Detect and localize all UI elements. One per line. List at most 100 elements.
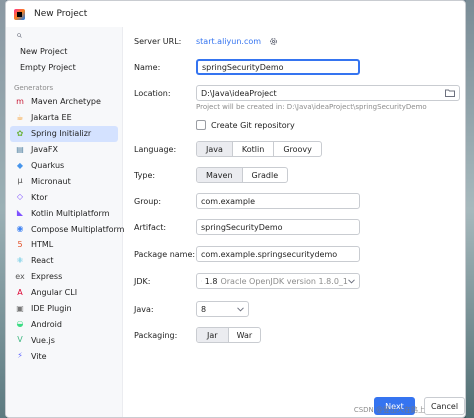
- gear-icon[interactable]: [269, 37, 278, 46]
- artifact-row: Artifact: springSecurityDemo: [134, 219, 360, 235]
- sidebar-item-jakarta[interactable]: ☕ Jakarta EE: [6, 110, 122, 126]
- artifact-field[interactable]: springSecurityDemo: [196, 219, 360, 235]
- type-row: Type: Maven Gradle: [134, 167, 289, 183]
- sidebar-item-label: Quarkus: [31, 161, 65, 170]
- search-input[interactable]: [26, 30, 116, 40]
- jdk-folder-icon: [201, 280, 202, 282]
- language-option-java[interactable]: Java: [197, 142, 233, 156]
- git-checkbox[interactable]: [196, 120, 206, 130]
- sidebar-item-javafx[interactable]: ▤ JavaFX: [6, 142, 122, 158]
- cancel-button[interactable]: Cancel: [424, 397, 465, 415]
- packaging-option-jar[interactable]: Jar: [197, 328, 229, 342]
- project-form: Server URL: start.aliyun.com Name: sprin…: [124, 27, 465, 417]
- sidebar-item-maven[interactable]: m Maven Archetype: [6, 94, 122, 110]
- java-version-dropdown[interactable]: 8: [196, 301, 249, 317]
- vite-icon: ⚡: [17, 351, 23, 361]
- compose-icon: ◉: [16, 224, 24, 234]
- sidebar-search[interactable]: [12, 27, 116, 43]
- sidebar-item-label: Jakarta EE: [31, 113, 72, 123]
- sidebar-item-compose[interactable]: ◉ Compose Multiplatform: [6, 221, 125, 237]
- chevron-down-icon: [348, 278, 355, 284]
- location-row: Location: D:\Java\ideaProject: [134, 85, 460, 101]
- watermark: CSDN @登山人在路上: [353, 406, 425, 414]
- jdk-label: JDK:: [134, 276, 151, 286]
- sidebar-item-label: IDE Plugin: [31, 304, 72, 314]
- sidebar-item-angular[interactable]: A Angular CLI: [6, 285, 122, 301]
- packaging-option-war[interactable]: War: [229, 328, 261, 342]
- language-row: Language: Java Kotlin Groovy: [134, 141, 322, 157]
- type-selector: Maven Gradle: [196, 167, 289, 183]
- html-icon: 5: [17, 239, 23, 249]
- sidebar-item-label: HTML: [31, 240, 54, 250]
- intellij-logo-icon: [14, 8, 25, 20]
- sidebar-item-label: Express: [31, 272, 63, 282]
- jdk-version: 1.8: [204, 276, 218, 286]
- kotlin-icon: ◣: [16, 208, 24, 218]
- micronaut-icon: μ: [17, 176, 23, 186]
- name-label: Name:: [134, 62, 161, 72]
- location-field[interactable]: D:\Java\ideaProject: [196, 85, 460, 101]
- name-row: Name: springSecurityDemo: [134, 59, 360, 75]
- java-label: Java:: [134, 304, 154, 314]
- sidebar: New Project Empty Project Generators m Ma…: [6, 27, 125, 417]
- group-label: Group:: [134, 196, 162, 206]
- ide-plugin-icon: ▣: [16, 303, 24, 313]
- server-url-label: Server URL:: [134, 37, 182, 46]
- sidebar-item-new-project[interactable]: New Project: [6, 43, 122, 59]
- vue-icon: V: [17, 335, 23, 345]
- type-label: Type:: [134, 170, 156, 180]
- sidebar-item-ide-plugin[interactable]: ▣ IDE Plugin: [6, 301, 122, 317]
- background-right: [466, 0, 474, 418]
- sidebar-item-react[interactable]: ⚛ React: [6, 253, 122, 269]
- generators-list: m Maven Archetype ☕ Jakarta EE ✿ Spring Initi…: [6, 94, 125, 364]
- sidebar-item-spring[interactable]: ✿ Spring Initializr: [10, 125, 118, 142]
- search-icon: [17, 32, 22, 38]
- sidebar-item-html[interactable]: 5 HTML: [6, 237, 122, 253]
- group-row: Group: com.example: [134, 193, 360, 209]
- sidebar-item-label: Spring Initializr: [31, 129, 92, 139]
- jdk-dropdown[interactable]: 1.8 Oracle OpenJDK version 1.8.0_1: [196, 273, 360, 289]
- sidebar-item-quarkus[interactable]: ◆ Quarkus: [6, 158, 122, 174]
- sidebar-item-android[interactable]: ◒ Android: [6, 316, 122, 332]
- location-value: D:\Java\ideaProject: [201, 88, 277, 98]
- git-label[interactable]: Create Git repository: [211, 121, 295, 130]
- sidebar-item-vite[interactable]: ⚡ Vite: [6, 348, 122, 364]
- group-field[interactable]: com.example: [196, 193, 360, 209]
- sidebar-item-micronaut[interactable]: μ Micronaut: [6, 173, 122, 189]
- sidebar-item-label: Ktor: [31, 192, 48, 202]
- sidebar-item-label: Angular CLI: [31, 288, 78, 298]
- packaging-label: Packaging:: [134, 330, 178, 340]
- package-field[interactable]: com.example.springsecuritydemo: [196, 246, 360, 262]
- chevron-down-icon: [237, 306, 244, 312]
- sidebar-item-label: Vue.js: [31, 335, 55, 345]
- generators-header: Generators: [14, 83, 54, 92]
- sidebar-item-label: JavaFX: [31, 145, 58, 155]
- language-option-kotlin[interactable]: Kotlin: [233, 142, 275, 156]
- type-option-maven[interactable]: Maven: [197, 168, 243, 182]
- sidebar-item-label: Kotlin Multiplatform: [31, 208, 110, 218]
- language-option-groovy[interactable]: Groovy: [274, 142, 321, 156]
- packaging-selector: Jar War: [196, 327, 262, 343]
- react-icon: ⚛: [16, 255, 24, 265]
- package-row: Package name: com.example.springsecurity…: [134, 246, 360, 262]
- jdk-row: JDK: 1.8 Oracle OpenJDK version 1.8.0_1: [134, 273, 360, 289]
- sidebar-item-vue[interactable]: V Vue.js: [6, 332, 122, 348]
- new-project-dialog: New Project New Project Empty Project Ge…: [5, 0, 466, 418]
- sidebar-item-empty-project[interactable]: Empty Project: [6, 59, 122, 75]
- title-bar: New Project: [6, 1, 465, 27]
- folder-icon[interactable]: [445, 89, 455, 97]
- ktor-icon: ◇: [16, 192, 24, 202]
- sidebar-item-ktor[interactable]: ◇ Ktor: [6, 189, 122, 205]
- java-version-value: 8: [201, 304, 207, 314]
- server-url-link[interactable]: start.aliyun.com: [196, 37, 261, 46]
- jdk-selection: 1.8 Oracle OpenJDK version 1.8.0_1: [201, 277, 348, 286]
- type-option-gradle[interactable]: Gradle: [243, 168, 288, 182]
- server-url-row: Server URL: start.aliyun.com: [134, 37, 278, 46]
- sidebar-item-kotlin[interactable]: ◣ Kotlin Multiplatform: [6, 205, 122, 221]
- location-label: Location:: [134, 88, 171, 98]
- artifact-label: Artifact:: [134, 222, 167, 232]
- name-field[interactable]: springSecurityDemo: [196, 59, 360, 75]
- quarkus-icon: ◆: [16, 160, 24, 170]
- sidebar-item-label: Maven Archetype: [31, 97, 101, 107]
- sidebar-item-express[interactable]: ex Express: [6, 269, 122, 285]
